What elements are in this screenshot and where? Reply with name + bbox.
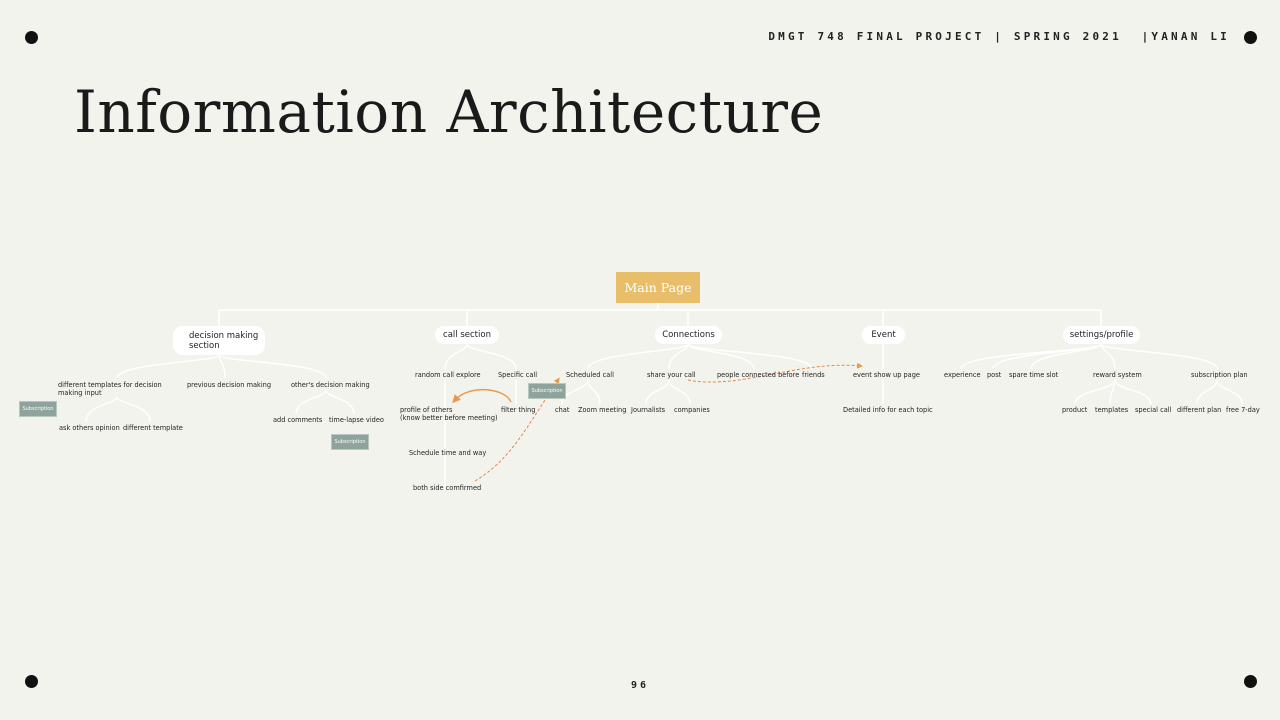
subscription-tag: Subscription xyxy=(19,401,57,417)
node-random-call: random call explore xyxy=(415,371,481,379)
node-different-plan: different plan xyxy=(1177,406,1222,414)
node-people-connected: people connected before xyxy=(717,371,800,379)
node-different-templates: different templates for decision making … xyxy=(58,381,162,397)
node-subscription-plan: subscription plan xyxy=(1191,371,1248,379)
node-chat: chat xyxy=(555,406,570,414)
section-settings-profile: settings/profile xyxy=(1063,326,1140,344)
node-zoom: Zoom meeting xyxy=(578,406,627,414)
node-profile-others-note: (know better before meeting) xyxy=(400,414,498,422)
node-detailed-info: Detailed info for each topic xyxy=(843,406,933,414)
node-time-lapse: time-lapse video xyxy=(329,416,384,424)
node-special-call: special call xyxy=(1135,406,1172,414)
node-scheduled-call: Scheduled call xyxy=(566,371,614,379)
section-event: Event xyxy=(862,326,905,344)
connector-lines xyxy=(85,303,1243,490)
section-decision-making: decision making section xyxy=(173,326,265,355)
node-spare-time: spare time slot xyxy=(1009,371,1059,379)
subscription-tag: Subscription xyxy=(528,383,566,399)
node-share-call: share your call xyxy=(647,371,696,379)
node-reward-system: reward system xyxy=(1093,371,1142,379)
node-others-decision: other's decision making xyxy=(291,381,370,389)
node-specific-call: Specific call xyxy=(498,371,538,379)
section-call: call section xyxy=(435,326,499,344)
node-both-confirmed: both side comfirmed xyxy=(413,484,482,492)
node-ask-others: ask others opinion xyxy=(59,424,120,432)
node-free-trial: free 7-day xyxy=(1226,406,1260,414)
node-journalists: Journalists xyxy=(631,406,666,414)
node-previous-decision: previous decision making xyxy=(187,381,272,389)
node-templates: templates xyxy=(1095,406,1129,414)
node-profile-others: profile of others xyxy=(400,406,453,414)
node-friends: friends xyxy=(802,371,825,379)
main-page-node: Main Page xyxy=(616,272,700,303)
node-companies: companies xyxy=(674,406,710,414)
subscription-tag: Subscription xyxy=(331,434,369,450)
node-experience: experience xyxy=(944,371,981,379)
page-number: 96 xyxy=(630,680,650,691)
section-decision-making-label: decision making section xyxy=(189,330,259,351)
node-different-template: different template xyxy=(123,424,183,432)
section-connections: Connections xyxy=(655,326,722,344)
node-product: product xyxy=(1062,406,1088,414)
node-post: post xyxy=(987,371,1002,379)
node-event-show-up: event show up page xyxy=(853,371,920,379)
node-schedule: Schedule time and way xyxy=(409,449,487,457)
node-filter-thing: filter thing xyxy=(501,406,536,414)
node-add-comments: add comments xyxy=(273,416,323,424)
